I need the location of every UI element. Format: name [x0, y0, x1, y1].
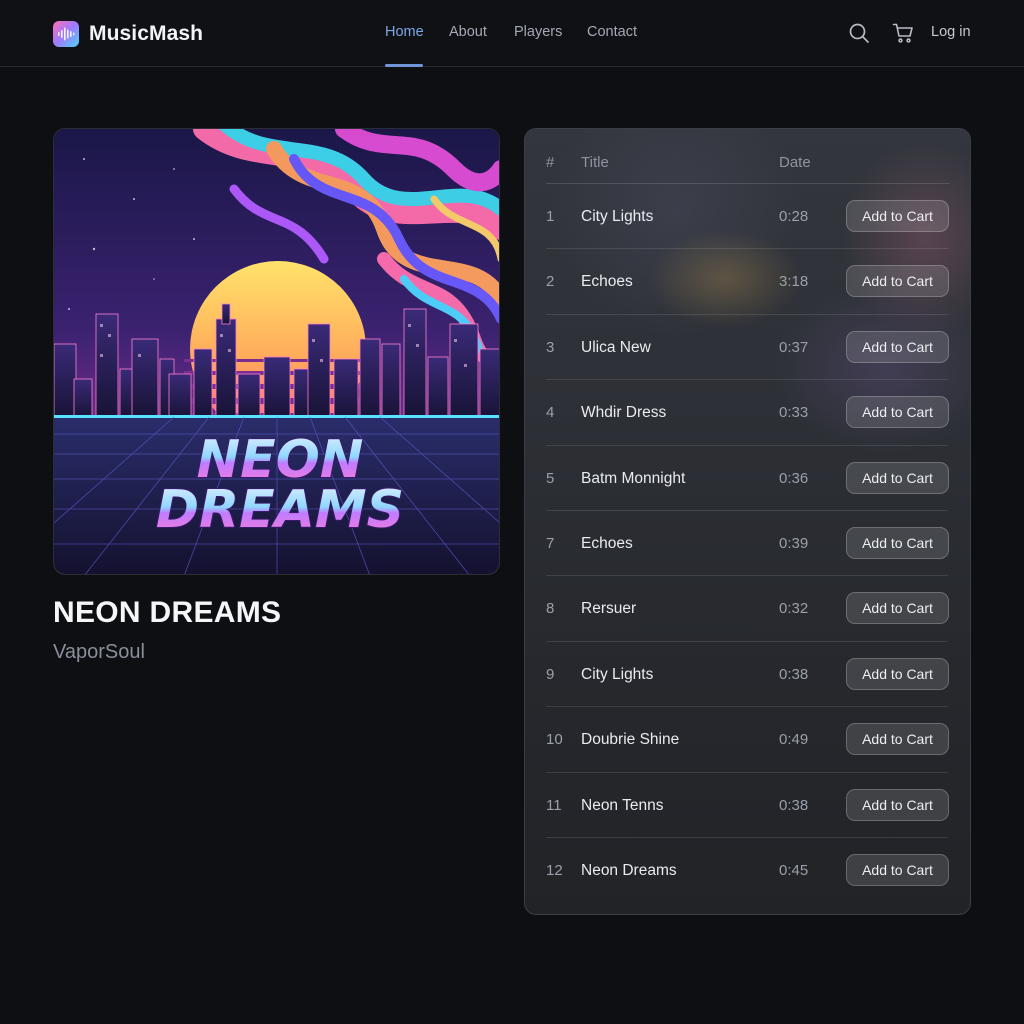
track-title[interactable]: Ulica New — [581, 339, 651, 357]
track-title[interactable]: Echoes — [581, 273, 633, 291]
track-number: 7 — [546, 534, 555, 552]
add-to-cart-button[interactable]: Add to Cart — [846, 200, 949, 232]
track-title[interactable]: Doubrie Shine — [581, 731, 679, 749]
track-duration: 0:49 — [779, 731, 809, 749]
nav-players[interactable]: Players — [514, 24, 562, 40]
track-title[interactable]: Batm Monnight — [581, 470, 685, 488]
top-navbar: MusicMash Home About Players Contact Log… — [0, 0, 1024, 67]
track-row[interactable]: 10 Doubrie Shine 0:49 Add to Cart — [525, 707, 970, 773]
column-number: # — [546, 154, 555, 171]
track-title[interactable]: Echoes — [581, 535, 633, 553]
track-number: 9 — [546, 665, 555, 683]
album-title: NEON DREAMS — [53, 596, 282, 629]
track-number: 11 — [546, 796, 562, 814]
column-title[interactable]: Title — [581, 154, 609, 171]
add-to-cart-button[interactable]: Add to Cart — [846, 396, 949, 429]
nav-about[interactable]: About — [449, 24, 487, 40]
track-row[interactable]: 9 City Lights 0:38 Add to Cart — [525, 642, 970, 708]
add-to-cart-button[interactable]: Add to Cart — [846, 788, 949, 821]
nav-home[interactable]: Home — [385, 24, 424, 40]
track-duration: 3:18 — [779, 273, 809, 291]
main-nav: Home About Players Contact — [0, 0, 1024, 67]
track-row[interactable]: 1 City Lights 0:28 Add to Cart — [525, 184, 970, 250]
tracklist-panel: # Title Date 1 City Lights 0:28 Add to Cart… — [524, 128, 971, 915]
track-number: 10 — [546, 731, 563, 749]
active-nav-indicator — [385, 64, 423, 67]
track-title[interactable]: Neon Tenns — [581, 797, 663, 815]
track-rows: 1 City Lights 0:28 Add to Cart 2 Echoes 3:18 Ad… — [525, 184, 970, 903]
column-date[interactable]: Date — [779, 154, 811, 171]
track-row[interactable]: 4 Whdir Dress 0:33 Add to Cart — [525, 380, 970, 446]
track-title[interactable]: Whdir Dress — [581, 404, 666, 422]
track-row[interactable]: 2 Echoes 3:18 Add to Cart — [525, 249, 970, 316]
track-duration: 0:37 — [779, 338, 809, 356]
track-title[interactable]: City Lights — [581, 666, 653, 684]
track-number: 1 — [546, 208, 555, 225]
album-artist[interactable]: VaporSoul — [53, 641, 145, 664]
track-row[interactable]: 12 Neon Dreams 0:45 Add to Cart — [525, 838, 970, 903]
track-duration: 0:33 — [779, 404, 809, 422]
tracklist-header: # Title Date — [525, 129, 970, 184]
track-number: 5 — [546, 469, 555, 487]
add-to-cart-button[interactable]: Add to Cart — [846, 657, 949, 690]
cover-text-line2: DREAMS — [156, 480, 404, 540]
add-to-cart-button[interactable]: Add to Cart — [846, 853, 949, 886]
add-to-cart-button[interactable]: Add to Cart — [846, 330, 949, 363]
login-link[interactable]: Log in — [931, 24, 971, 40]
track-number: 4 — [546, 404, 555, 422]
track-number: 2 — [546, 273, 555, 291]
track-row[interactable]: 7 Echoes 0:39 Add to Cart — [525, 511, 970, 577]
add-to-cart-button[interactable]: Add to Cart — [846, 461, 949, 494]
add-to-cart-button[interactable]: Add to Cart — [846, 592, 949, 625]
track-number: 3 — [546, 338, 555, 356]
track-title[interactable]: Neon Dreams — [581, 862, 677, 880]
track-duration: 0:38 — [779, 665, 809, 683]
track-row[interactable]: 8 Rersuer 0:32 Add to Cart — [525, 576, 970, 643]
track-duration: 0:38 — [779, 796, 809, 814]
track-title[interactable]: City Lights — [581, 208, 653, 226]
add-to-cart-button[interactable]: Add to Cart — [846, 723, 949, 756]
track-row[interactable]: 11 Neon Tenns 0:38 Add to Cart — [525, 773, 970, 839]
track-title[interactable]: Rersuer — [581, 600, 636, 618]
track-row[interactable]: 3 Ulica New 0:37 Add to Cart — [525, 315, 970, 381]
track-duration: 0:28 — [779, 208, 809, 225]
track-duration: 0:36 — [779, 469, 809, 487]
search-icon[interactable] — [848, 22, 870, 44]
add-to-cart-button[interactable]: Add to Cart — [846, 526, 949, 559]
album-cover-artwork: NEON DREAMS — [54, 129, 499, 574]
track-duration: 0:39 — [779, 534, 809, 552]
track-duration: 0:32 — [779, 600, 809, 618]
add-to-cart-button[interactable]: Add to Cart — [846, 265, 949, 298]
album-cover[interactable]: NEON DREAMS — [53, 128, 500, 575]
track-number: 12 — [546, 861, 563, 879]
cart-icon[interactable] — [892, 22, 914, 44]
track-duration: 0:45 — [779, 861, 809, 879]
track-number: 8 — [546, 600, 555, 618]
track-row[interactable]: 5 Batm Monnight 0:36 Add to Cart — [525, 446, 970, 512]
nav-contact[interactable]: Contact — [587, 24, 637, 40]
